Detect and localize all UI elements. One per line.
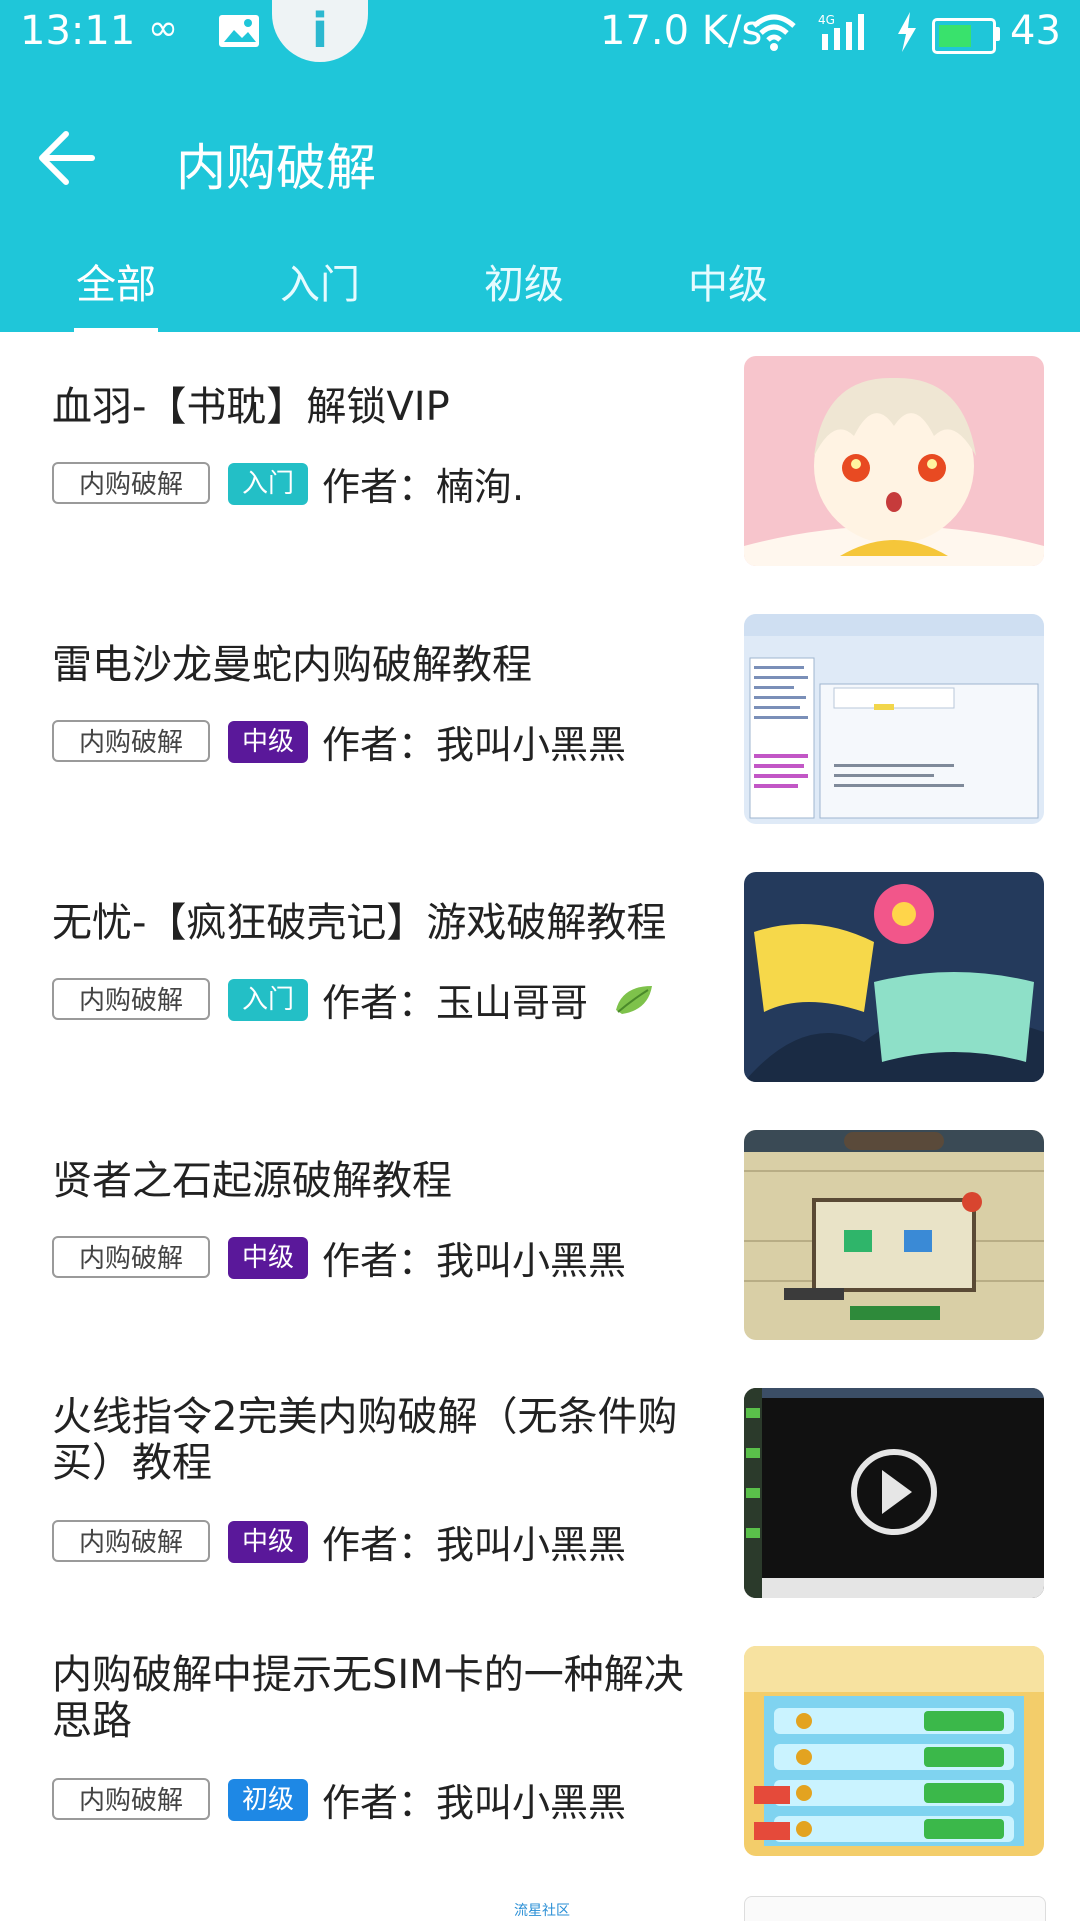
info-icon[interactable]: i [272,0,368,62]
item-title: 贤者之石起源破解教程 [52,1158,452,1204]
list-item[interactable]: 内购破解中提示无SIM卡的一种解决思路 内购破解 初级 作者：我叫小黑黑 [0,1646,1080,1904]
arrow-left-icon [39,131,95,185]
level-tag: 中级 [228,721,308,763]
tab-bar: 全部 入门 初级 中级 [0,252,1080,334]
list-item[interactable]: 火线指令2完美内购破解（无条件购买）教程 内购破解 中级 作者：我叫小黑黑 [0,1388,1080,1646]
category-tag: 内购破解 [52,1520,210,1562]
back-button[interactable] [36,130,100,186]
active-tab-indicator [74,328,158,334]
signal-4g-icon: 4G [818,12,876,61]
level-tag: 入门 [228,979,308,1021]
level-tag: 入门 [228,463,308,505]
item-title: 无忧-【疯狂破壳记】游戏破解教程 [52,900,667,946]
community-label: 流星社区 [514,1903,570,1919]
level-tag: 中级 [228,1521,308,1563]
leaf-icon [616,986,652,1014]
battery-fill [939,25,971,47]
author-label: 作者：我叫小黑黑 [322,723,627,767]
video-thumbnail[interactable] [744,1388,1044,1598]
author-label: 作者：楠洵. [322,465,525,509]
network-speed: 17.0 K/s [600,8,763,54]
level-tag: 初级 [228,1779,308,1821]
battery-icon [932,18,996,54]
app-header: 13:11 ∞ i 17.0 K/s 4G 43 内购破解 全部 入门 初级 中… [0,0,1080,334]
list-item[interactable]: 血羽-【书耽】解锁VIP 内购破解 入门 作者：楠洵. [0,356,1080,614]
infinity-icon: ∞ [148,8,178,49]
game-store-thumbnail [744,1646,1044,1856]
item-title: 血羽-【书耽】解锁VIP [52,384,450,430]
anime-character-thumbnail [744,356,1044,566]
author-label: 作者：我叫小黑黑 [322,1239,627,1283]
level-tag: 中级 [228,1237,308,1279]
list-item[interactable]: 雷电沙龙曼蛇内购破解教程 内购破解 中级 作者：我叫小黑黑 [0,614,1080,872]
tab-all[interactable]: 全部 [76,252,156,310]
author-label: 作者：玉山哥哥 [322,981,589,1025]
category-tag: 内购破解 [52,978,210,1020]
charging-icon [896,12,918,61]
game-logo-thumbnail [744,872,1044,1082]
page-title: 内购破解 [176,139,376,197]
category-tag: 内购破解 [52,720,210,762]
wifi-icon [750,12,798,61]
game-shop-thumbnail [744,1130,1044,1340]
author-label: 作者：我叫小黑黑 [322,1781,627,1825]
category-tag: 内购破解 [52,462,210,504]
software-window-thumbnail [744,614,1044,824]
item-title: 雷电沙龙曼蛇内购破解教程 [52,642,532,688]
tab-intermediate[interactable]: 中级 [688,252,768,310]
image-icon [218,14,260,57]
category-tag: 内购破解 [52,1778,210,1820]
item-title: 火线指令2完美内购破解（无条件购买）教程 [52,1394,678,1486]
status-bar: 13:11 ∞ i 17.0 K/s 4G 43 [0,0,1080,70]
next-thumbnail-edge [744,1896,1046,1921]
author-label: 作者：我叫小黑黑 [322,1523,627,1567]
status-time: 13:11 [20,8,136,54]
item-title: 内购破解中提示无SIM卡的一种解决思路 [52,1652,684,1744]
category-tag: 内购破解 [52,1236,210,1278]
tab-elementary[interactable]: 初级 [484,252,564,310]
battery-tip [994,27,1000,41]
svg-text:4G: 4G [818,13,835,27]
list-item[interactable]: 贤者之石起源破解教程 内购破解 中级 作者：我叫小黑黑 [0,1130,1080,1388]
tab-beginner[interactable]: 入门 [280,252,360,310]
list-item[interactable]: 无忧-【疯狂破壳记】游戏破解教程 内购破解 入门 作者：玉山哥哥 [0,872,1080,1130]
battery-percent: 43 [1010,8,1061,54]
